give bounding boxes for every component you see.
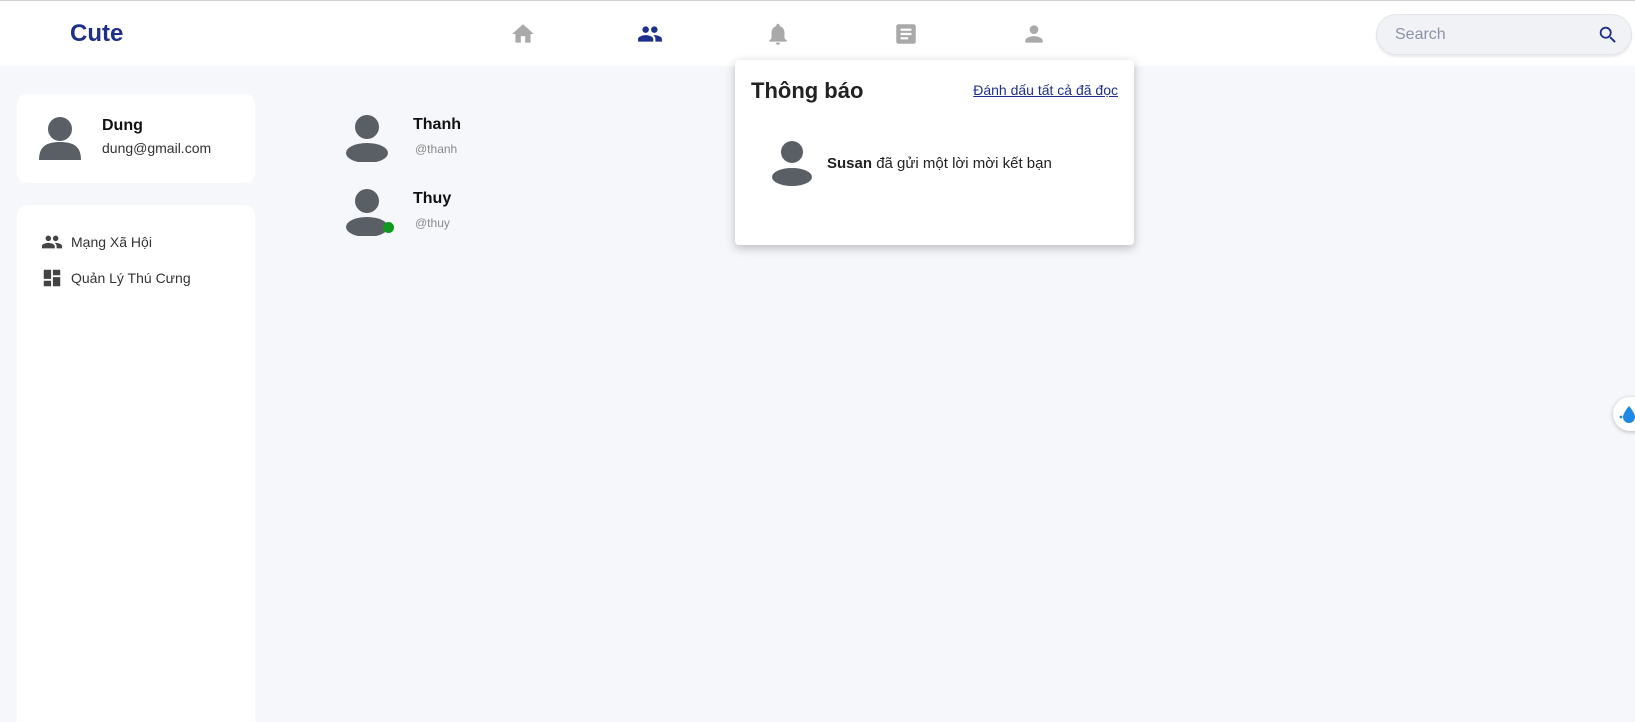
water-drop-icon [1619, 406, 1635, 423]
friend-item[interactable]: Thanh @thanh [345, 114, 605, 174]
profile-email: dung@gmail.com [102, 140, 212, 156]
nav-friends-icon[interactable] [637, 21, 663, 47]
search-input[interactable] [1395, 24, 1585, 46]
sidebar-item-pet-management[interactable]: Quản Lý Thú Cưng [41, 265, 191, 291]
nav-notifications-icon[interactable] [765, 21, 791, 47]
notification-text: Susan đã gửi một lời mời kết bạn [827, 155, 1052, 172]
sidebar-item-social-network[interactable]: Mạng Xã Hội [41, 229, 152, 255]
friend-handle: @thuy [415, 216, 450, 230]
sidebar-item-label: Mạng Xã Hội [71, 234, 152, 250]
dashboard-icon [43, 269, 61, 287]
avatar [772, 141, 812, 186]
sidebar-item-label: Quản Lý Thú Cưng [71, 270, 191, 286]
friend-name: Thuy [413, 190, 452, 207]
profile-name: Dung [102, 117, 143, 134]
search-box [1376, 14, 1632, 55]
friend-item[interactable]: Thuy @thuy [345, 188, 605, 248]
online-status-indicator [383, 222, 394, 233]
friend-name: Thanh [413, 116, 461, 133]
nav-home-icon[interactable] [510, 21, 536, 47]
nav-posts-icon[interactable] [893, 21, 919, 47]
people-icon [41, 235, 63, 249]
notification-actor: Susan [827, 155, 873, 172]
notifications-title: Thông báo [751, 78, 864, 103]
top-navbar: Cute [0, 0, 1635, 66]
notifications-dropdown: Thông báo Đánh dấu tất cả đã đọc Susan đ… [735, 60, 1134, 245]
floating-widget[interactable] [1613, 397, 1635, 431]
sidebar-menu: Mạng Xã Hội Quản Lý Thú Cưng [17, 205, 255, 722]
search-icon[interactable] [1597, 24, 1619, 46]
avatar [39, 117, 81, 160]
avatar [346, 115, 388, 162]
profile-card[interactable]: Dung dung@gmail.com [17, 94, 255, 183]
friend-handle: @thanh [415, 142, 458, 156]
app-logo[interactable]: Cute [70, 20, 123, 48]
mark-all-read-link[interactable]: Đánh dấu tất cả đã đọc [973, 82, 1118, 98]
nav-profile-icon[interactable] [1021, 21, 1047, 47]
notification-message: đã gửi một lời mời kết bạn [876, 155, 1052, 172]
notification-item[interactable]: Susan đã gửi một lời mời kết bạn [771, 140, 1111, 190]
